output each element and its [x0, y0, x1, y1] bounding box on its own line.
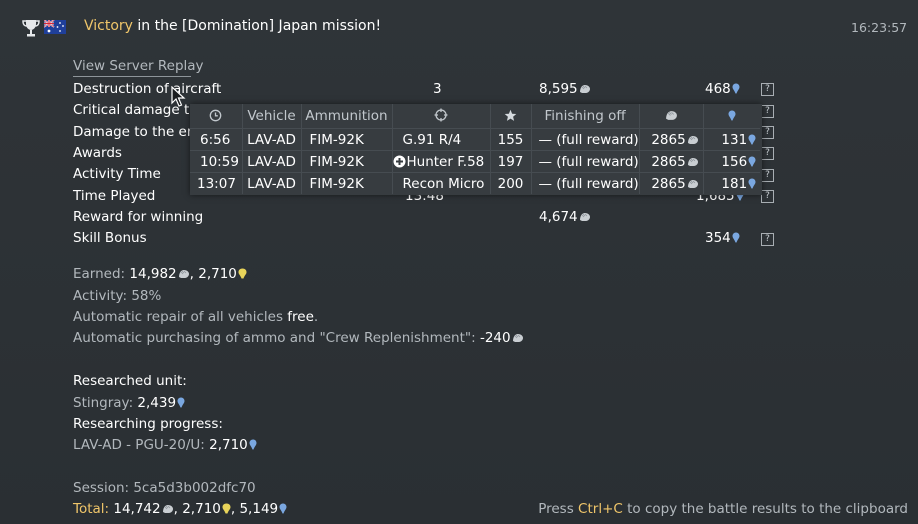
help-icon[interactable]: ? [761, 83, 774, 96]
kill-details-tooltip: Vehicle Ammunition Finishing off 6:56 LA… [190, 104, 762, 195]
lion-icon [579, 84, 591, 94]
mouse-cursor-icon [171, 86, 186, 107]
help-icon[interactable]: ? [761, 147, 774, 160]
plus-circle-icon [393, 155, 405, 167]
help-icon[interactable]: ? [761, 105, 774, 118]
col-ammunition: Ammunition [300, 104, 392, 129]
golden-eagle-icon [238, 268, 247, 279]
kill-details-table: Vehicle Ammunition Finishing off 6:56 LA… [190, 104, 761, 194]
table-row: 13:07 LAV-AD FIM-92K Recon Micro 200 — (… [190, 172, 761, 194]
lion-icon [512, 333, 524, 343]
view-server-replay-link[interactable]: View Server Replay [73, 58, 204, 74]
reward-rp-skill: 354 [705, 230, 740, 246]
researching-progress-label: Researching progress: [73, 416, 223, 432]
table-header-row: Vehicle Ammunition Finishing off [190, 104, 761, 129]
session-id: Session: 5ca5d3b002dfc70 [73, 480, 256, 496]
reward-label-activity[interactable]: Activity Time [73, 166, 161, 182]
rp-icon [177, 397, 185, 408]
lion-icon [687, 179, 699, 189]
lion-icon [178, 269, 190, 279]
rp-icon [748, 134, 756, 145]
rp-icon [748, 178, 756, 189]
table-row: 6:56 LAV-AD FIM-92K G.91 R/4 155 — (full… [190, 128, 761, 151]
ammo-purchase-text: Automatic purchasing of ammo and "Crew R… [73, 330, 524, 346]
total-summary: Total: 14,742, 2,710, 5,149 [73, 501, 287, 517]
golden-eagle-icon [222, 503, 231, 514]
reward-label-skill[interactable]: Skill Bonus [73, 230, 147, 246]
reward-label-damage[interactable]: Damage to the ene [73, 124, 204, 140]
rp-icon [732, 83, 740, 94]
rp-icon [702, 104, 761, 129]
mission-text: in the [Domination] Japan mission! [132, 18, 382, 34]
lion-icon [638, 104, 704, 129]
reward-count-aircraft: 3 [433, 81, 442, 97]
reward-lions-aircraft: 8,595 [539, 81, 591, 97]
reward-label-time-played[interactable]: Time Played [73, 188, 155, 204]
lion-icon [687, 135, 699, 145]
reward-label-winning[interactable]: Reward for winning [73, 209, 203, 225]
crosshair-icon [391, 104, 490, 129]
activity-text: Activity: 58% [73, 288, 162, 304]
shortcut-key: Ctrl+C [578, 501, 623, 517]
col-finishing-off: Finishing off [530, 104, 640, 129]
star-icon [489, 104, 531, 129]
replay-link-underline [73, 76, 191, 77]
reward-label-aircraft[interactable]: Destruction of aircraft [73, 81, 221, 97]
earned-summary: Earned: 14,982, 2,710 [73, 266, 247, 282]
lion-icon [579, 212, 591, 222]
help-icon[interactable]: ? [761, 169, 774, 182]
reward-lions-winning: 4,674 [539, 209, 591, 225]
reward-rp-aircraft: 468 [705, 81, 740, 97]
help-icon[interactable]: ? [761, 190, 774, 203]
victory-text: Victory [84, 18, 133, 34]
battle-result-title: Victory in the [Domination] Japan missio… [84, 18, 381, 34]
col-vehicle: Vehicle [241, 104, 301, 129]
repair-text: Automatic repair of all vehicles free. [73, 309, 319, 325]
reward-label-awards[interactable]: Awards [73, 145, 122, 161]
rp-icon [732, 232, 740, 243]
rp-icon [748, 156, 756, 167]
rp-icon [249, 439, 257, 450]
help-icon[interactable]: ? [761, 126, 774, 139]
australia-flag-icon [44, 20, 66, 34]
clock-icon [190, 104, 242, 129]
lion-icon [162, 504, 174, 514]
researching-progress-value: LAV-AD - PGU-20/U: 2,710 [73, 437, 257, 453]
help-icon[interactable]: ? [761, 233, 774, 246]
trophy-icon [22, 20, 40, 37]
researched-unit-value: Stingray: 2,439 [73, 395, 185, 411]
table-row: 10:59 LAV-AD FIM-92K Hunter F.58 197 — (… [190, 150, 761, 173]
rp-icon [279, 503, 287, 514]
battle-time: 16:23:57 [851, 20, 908, 35]
clipboard-hint: Press Ctrl+C to copy the battle results … [538, 501, 908, 517]
researched-unit-label: Researched unit: [73, 373, 187, 389]
lion-icon [687, 157, 699, 167]
